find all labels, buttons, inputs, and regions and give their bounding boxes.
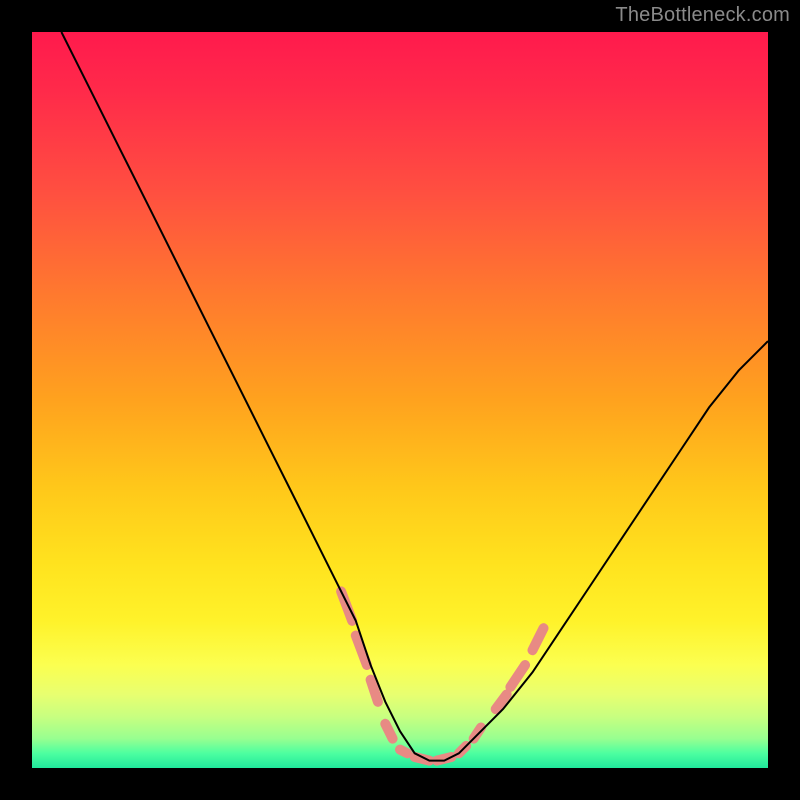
- marker-highlight-group: [341, 591, 543, 760]
- marker-segment: [385, 724, 392, 739]
- watermark-text: TheBottleneck.com: [615, 4, 790, 27]
- chart-stage: TheBottleneck.com: [0, 0, 800, 800]
- marker-segment: [400, 750, 407, 754]
- bottleneck-curve: [61, 32, 768, 761]
- curve-layer: [32, 32, 768, 768]
- marker-segment: [533, 628, 544, 650]
- plot-area: [32, 32, 768, 768]
